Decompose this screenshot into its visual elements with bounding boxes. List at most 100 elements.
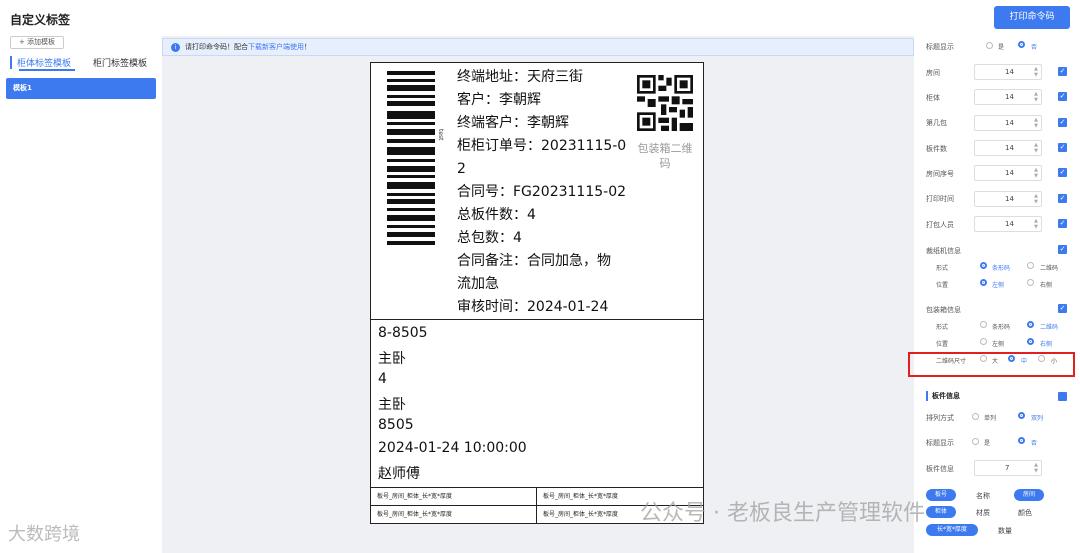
barcode-icon [387, 71, 435, 247]
pack-left-radio[interactable] [980, 338, 987, 345]
radio-label: 条形码 [992, 324, 1011, 331]
mid-line: 主卧 [378, 351, 406, 367]
qr-code-icon [637, 75, 693, 131]
mid-line: 4 [378, 371, 387, 387]
field-tag-dimensions[interactable]: 长*宽*厚度 [926, 524, 978, 536]
pack-info-checkbox[interactable]: ✓ [1058, 304, 1067, 313]
info-line: 总包数：4 [457, 230, 522, 246]
font-size-input[interactable]: 14 ▲ ▼ [974, 165, 1042, 181]
field-color[interactable]: 颜色 [1018, 508, 1032, 518]
font-size-input[interactable]: 14 ▲ ▼ [974, 216, 1042, 232]
order-single-radio[interactable] [972, 413, 979, 420]
mid-line: 2024-01-24 10:00:00 [378, 440, 527, 456]
pack-pos-label: 位置 [936, 341, 949, 348]
top-bar: 自定义标签 打印命令码 [0, 0, 1080, 36]
template-item[interactable]: 模板1 [6, 78, 156, 99]
info-line: 2 [457, 161, 466, 177]
radio-label: 否 [1031, 440, 1038, 447]
cutter-qr-radio[interactable] [1027, 262, 1034, 269]
field-tag-cabinet[interactable]: 柜体 [926, 506, 956, 518]
notice-bar: i 请打印命令码！配合下载新客户端使用！ [162, 38, 914, 56]
cutter-barcode-radio[interactable] [980, 262, 987, 269]
radio-label: 单列 [984, 415, 997, 422]
font-size-input[interactable]: 14 ▲ ▼ [974, 115, 1042, 131]
panel-title-yes-radio[interactable] [972, 438, 979, 445]
field-checkbox[interactable]: ✓ [1058, 92, 1067, 101]
field-name[interactable]: 名称 [976, 491, 990, 501]
cutter-info-checkbox[interactable]: ✓ [1058, 245, 1067, 254]
font-size-input[interactable]: 14 ▲ ▼ [974, 140, 1042, 156]
info-line: 终端地址：天府三街 [457, 69, 583, 85]
table-cell: 板号_房间_柜体_长*宽*厚度 [371, 488, 537, 506]
panel-title-display-label: 标题显示 [926, 439, 954, 447]
title-display-yes-radio[interactable] [986, 42, 993, 49]
font-size-input[interactable]: 14 ▲ ▼ [974, 64, 1042, 80]
field-checkbox[interactable]: ✓ [1058, 219, 1067, 228]
radio-label: 二维码 [1040, 265, 1059, 272]
font-size-input[interactable]: 14 ▲ ▼ [974, 89, 1042, 105]
order-label: 排列方式 [926, 414, 954, 422]
field-label: 房间序号 [926, 170, 954, 178]
page-title: 自定义标签 [10, 13, 71, 27]
table-cell: 板号_房间_柜体_长*宽*厚度 [371, 506, 537, 524]
field-checkbox[interactable]: ✓ [1058, 143, 1067, 152]
label-info: 终端地址：天府三街 客户：李朝辉 终端客户：李朝辉 柜柜订单号：20231115… [457, 66, 637, 319]
panel-info-section: 板件信息 [926, 391, 960, 401]
radio-label: 是 [998, 44, 1005, 51]
settings-panel: 标题显示 是 否 房间 14 ▲ ▼ ✓ 柜体 14 ▲ ▼ ✓ 第几包 14 ▲ ▼ ✓ … [914, 36, 1080, 553]
tab-cabinet-template[interactable]: 柜体标签模板 [10, 56, 75, 71]
pack-form-label: 形式 [936, 324, 949, 331]
field-tag-room[interactable]: 房间 [1014, 489, 1044, 501]
panel-info-collapse[interactable] [1058, 392, 1067, 401]
field-label: 打包人员 [926, 221, 954, 229]
title-display-no-radio[interactable] [1018, 41, 1025, 48]
pack-barcode-radio[interactable] [980, 321, 987, 328]
info-line: 合同号：FG20231115-02 [457, 184, 627, 200]
print-command-button[interactable]: 打印命令码 [994, 6, 1070, 29]
info-line: 终端客户：李朝辉 [457, 115, 569, 131]
panel-info-size-input[interactable]: 7 ▲ ▼ [974, 460, 1042, 476]
radio-label: 左侧 [992, 282, 1005, 289]
cutter-info-label: 裁纸机信息 [926, 247, 961, 255]
watermark-right: 公众号 · 老板良生产管理软件 [640, 501, 925, 526]
add-template-button[interactable]: + 添加模板 [10, 36, 64, 49]
field-quantity[interactable]: 数量 [998, 526, 1012, 536]
field-checkbox[interactable]: ✓ [1058, 67, 1067, 76]
pack-qr-radio[interactable] [1027, 321, 1034, 328]
title-display-label: 标题显示 [926, 43, 954, 51]
field-label: 板件数 [926, 145, 947, 153]
field-checkbox[interactable]: ✓ [1058, 168, 1067, 177]
cutter-right-radio[interactable] [1027, 279, 1034, 286]
cutter-pos-label: 位置 [936, 282, 949, 289]
field-label: 第几包 [926, 119, 947, 127]
tab-door-template[interactable]: 柜门标签模板 [93, 56, 147, 69]
field-checkbox[interactable]: ✓ [1058, 194, 1067, 203]
qr-caption: 包装箱二维码 [637, 142, 693, 170]
preview-area: i 请打印命令码！配合下载新客户端使用！ test 终端地址：天府三街 客户：李… [162, 36, 914, 553]
font-size-input[interactable]: 14 ▲ ▼ [974, 191, 1042, 207]
watermark-left: 大数跨境 [8, 524, 80, 545]
cutter-form-label: 形式 [936, 265, 949, 272]
radio-label: 左侧 [992, 341, 1005, 348]
field-label: 房间 [926, 69, 940, 77]
highlight-box [908, 352, 1075, 377]
info-icon: i [171, 43, 180, 52]
mid-line: 赵师傅 [378, 466, 420, 482]
field-tag-panel-no[interactable]: 板号 [926, 489, 956, 501]
field-label: 柜体 [926, 94, 940, 102]
radio-label: 否 [1031, 44, 1038, 51]
field-material[interactable]: 材质 [976, 508, 990, 518]
panel-title-no-radio[interactable] [1018, 437, 1025, 444]
cutter-left-radio[interactable] [980, 279, 987, 286]
mid-line: 8505 [378, 417, 414, 433]
radio-label: 条形码 [992, 265, 1011, 272]
info-line: 审核时间：2024-01-24 [457, 299, 609, 315]
field-checkbox[interactable]: ✓ [1058, 118, 1067, 127]
pack-info-label: 包装箱信息 [926, 306, 961, 314]
download-link[interactable]: 下载新客户端使用 [248, 43, 304, 51]
pack-right-radio[interactable] [1027, 338, 1034, 345]
barcode-text: test [437, 129, 444, 141]
order-double-radio[interactable] [1018, 412, 1025, 419]
panel-info-size-label: 板件信息 [926, 465, 954, 473]
info-line: 总板件数：4 [457, 207, 536, 223]
